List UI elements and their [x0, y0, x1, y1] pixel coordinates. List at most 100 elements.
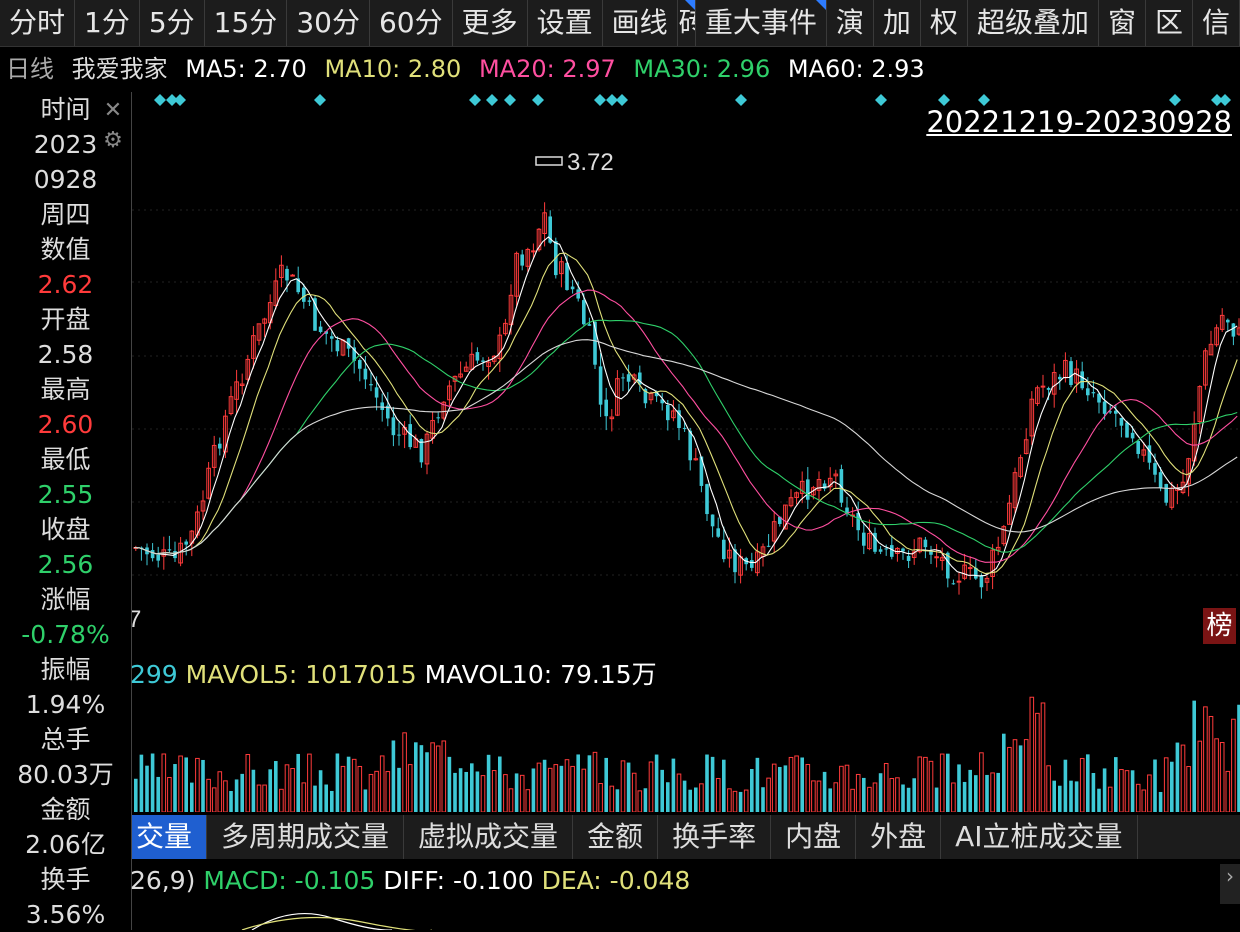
- tab-brick[interactable]: 砖: [678, 0, 696, 46]
- volume-bar: [811, 780, 816, 812]
- event-marker-icon: [174, 94, 186, 106]
- volume-bar: [470, 763, 474, 812]
- candle-body: [576, 289, 580, 299]
- event-marker-icon: [314, 94, 326, 106]
- volume-bar: [150, 753, 155, 812]
- candle-body: [716, 528, 720, 537]
- volume-bar: [447, 756, 452, 812]
- candle-body: [1091, 392, 1096, 394]
- candle-body: [1046, 388, 1051, 390]
- volume-bar: [855, 773, 861, 812]
- candle-body: [901, 548, 905, 552]
- volume-bar: [245, 754, 251, 812]
- volume-bar: [1180, 744, 1186, 812]
- period-toolbar: 分时 1分 5分 15分 30分 60分 更多 设置 画线 砖 重大事件 演 加…: [0, 0, 1240, 47]
- date-value: 0928: [33, 165, 98, 194]
- tab-multi-period-volume[interactable]: 多周期成交量: [207, 815, 405, 859]
- tab-15min[interactable]: 15分: [205, 0, 288, 46]
- volume-bar: [139, 754, 144, 812]
- tab-settings[interactable]: 设置: [528, 0, 603, 46]
- diff-value: DIFF: -0.100: [383, 866, 534, 895]
- scroll-handle[interactable]: ›: [1220, 864, 1240, 904]
- candle-body: [956, 580, 962, 583]
- tab-virtual-volume[interactable]: 虚拟成交量: [404, 815, 574, 859]
- tab-draw-line[interactable]: 画线: [603, 0, 678, 46]
- event-marker-icon: [735, 94, 747, 106]
- volume-bar: [508, 788, 514, 812]
- candle-body: [307, 300, 312, 302]
- volume-bar: [519, 774, 525, 812]
- volume-bar: [631, 772, 637, 812]
- tab-more[interactable]: 更多: [453, 0, 528, 46]
- tab-outer-volume[interactable]: 外盘: [856, 815, 942, 859]
- event-marker-icon: [875, 94, 887, 106]
- tab-intraday[interactable]: 分时: [0, 0, 76, 46]
- volume-bar: [480, 775, 486, 812]
- event-marker-icon: [154, 94, 166, 106]
- volume-bar: [229, 791, 233, 812]
- tab-rights[interactable]: 权: [921, 0, 968, 46]
- volume-bar: [609, 785, 615, 812]
- period-label[interactable]: 日线: [6, 55, 54, 83]
- candle-body: [397, 434, 401, 436]
- volume-bar: [660, 769, 664, 812]
- volume-bar: [262, 784, 267, 812]
- volume-bar: [464, 771, 468, 812]
- volume-bar: [951, 782, 956, 812]
- tab-range[interactable]: 区: [1146, 0, 1193, 46]
- tab-super-overlay[interactable]: 超级叠加: [968, 0, 1099, 46]
- volume-bar: [268, 769, 272, 812]
- volume-chart[interactable]: [132, 690, 1240, 812]
- gear-icon[interactable]: ⚙: [100, 128, 126, 154]
- event-marker-icon: [616, 94, 628, 106]
- tab-30min[interactable]: 30分: [287, 0, 370, 46]
- volume-bar: [1175, 742, 1180, 812]
- tab-inner-volume[interactable]: 内盘: [771, 815, 857, 859]
- candle-body: [750, 560, 754, 568]
- ranking-badge[interactable]: 榜: [1203, 608, 1236, 644]
- volume-bar: [755, 757, 760, 812]
- volume-bar: [676, 773, 682, 812]
- volume-bar: [1147, 774, 1152, 812]
- candle-body: [1226, 319, 1230, 323]
- tab-info[interactable]: 信: [1193, 0, 1240, 46]
- tab-demo[interactable]: 演: [827, 0, 874, 46]
- volume-bar: [307, 753, 312, 812]
- value-label: 数值: [40, 235, 91, 264]
- candle-body: [1147, 445, 1152, 463]
- volume-bar: [788, 756, 794, 812]
- tab-amount[interactable]: 金额: [573, 815, 659, 859]
- volume-bar: [682, 780, 687, 812]
- volume-bar: [503, 774, 508, 812]
- tab-60min[interactable]: 60分: [370, 0, 453, 46]
- candle-body: [951, 583, 956, 585]
- date-range[interactable]: 20221219-20230928: [926, 105, 1232, 139]
- volume-bar: [402, 732, 407, 812]
- amplitude-label: 振幅: [40, 655, 91, 684]
- volume-bar: [1208, 715, 1214, 812]
- candle-body: [688, 430, 692, 461]
- tab-major-events[interactable]: 重大事件: [696, 0, 827, 46]
- tab-1min[interactable]: 1分: [75, 0, 140, 46]
- ma60-value: MA60: 2.93: [787, 55, 925, 83]
- candle-body: [374, 387, 379, 398]
- amplitude-value: 1.94%: [25, 690, 106, 719]
- close-icon[interactable]: ✕: [100, 98, 126, 124]
- stock-name: 我爱我家: [71, 55, 168, 83]
- candle-body: [582, 300, 586, 325]
- tab-volume[interactable]: 交量: [132, 815, 208, 859]
- tab-add[interactable]: 加: [874, 0, 921, 46]
- tab-5min[interactable]: 5分: [140, 0, 205, 46]
- candle-body: [302, 287, 306, 302]
- tab-turnover-rate[interactable]: 换手率: [658, 815, 772, 859]
- volume-bar: [1023, 739, 1029, 812]
- candle-body: [184, 541, 188, 545]
- tab-ai-volume[interactable]: AI立桩成交量: [941, 815, 1138, 859]
- candlestick-chart[interactable]: 3.72 7: [132, 92, 1240, 647]
- volume-bar: [330, 790, 334, 812]
- tab-window[interactable]: 窗: [1099, 0, 1146, 46]
- volume-bar: [156, 776, 160, 812]
- volume-bar: [576, 754, 580, 812]
- volume-bar: [604, 757, 608, 812]
- macd-chart: [241, 913, 432, 930]
